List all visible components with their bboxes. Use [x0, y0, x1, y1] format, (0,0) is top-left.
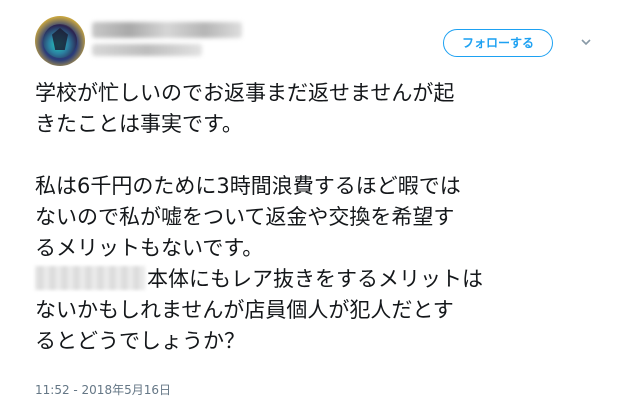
- tweet-line: きたことは事実です。: [35, 112, 243, 136]
- tweet-line: ないので私が嘘をついて返金や交換を希望す: [35, 205, 455, 229]
- tweet-line: るメリットもないです。: [35, 236, 264, 260]
- tweet-timestamp[interactable]: 11:52 - 2018年5月16日: [35, 381, 171, 398]
- tweet-line: ないかもしれませんが店員個人が犯人だとす: [35, 298, 454, 322]
- avatar[interactable]: [35, 16, 85, 66]
- follow-button[interactable]: フォローする: [443, 29, 553, 57]
- tweet-line: 私は6千円のために3時間浪費するほど暇では: [35, 174, 461, 198]
- chevron-down-icon[interactable]: [580, 36, 592, 48]
- tweet-line-text: 本体にもレア抜きをするメリットは: [147, 267, 483, 291]
- redacted-text: [35, 266, 145, 290]
- tweet-line: るとどうでしょうか？: [35, 329, 245, 353]
- username-redacted[interactable]: [92, 44, 202, 56]
- tweet-line-with-redaction: 本体にもレア抜きをするメリットは: [35, 264, 605, 295]
- tweet-line: 学校が忙しいのでお返事まだ返せませんが起: [35, 81, 455, 105]
- tweet-line: [35, 140, 605, 171]
- display-name-redacted[interactable]: [92, 22, 242, 38]
- tweet-text: 学校が忙しいのでお返事まだ返せませんが起 きたことは事実です。 私は6千円のため…: [35, 78, 605, 357]
